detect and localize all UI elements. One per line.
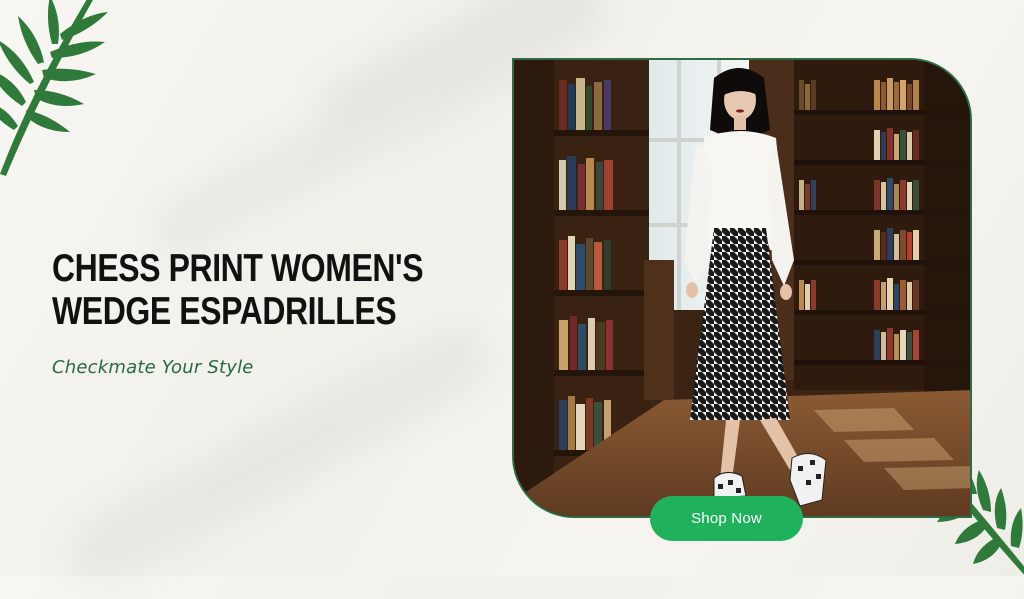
headline-line-1: CHESS PRINT WOMEN'S: [52, 247, 424, 290]
tagline: Checkmate Your Style: [52, 357, 254, 378]
background-shadow: [52, 311, 509, 598]
library-scene-illustration: [514, 60, 970, 516]
product-photo: [512, 58, 972, 518]
shop-now-button[interactable]: Shop Now: [650, 496, 803, 541]
page-title: CHESS PRINT WOMEN'S WEDGE ESPADRILLES: [52, 247, 424, 333]
palm-leaf-icon: [0, 0, 110, 184]
headline-line-2: WEDGE ESPADRILLES: [52, 290, 397, 333]
